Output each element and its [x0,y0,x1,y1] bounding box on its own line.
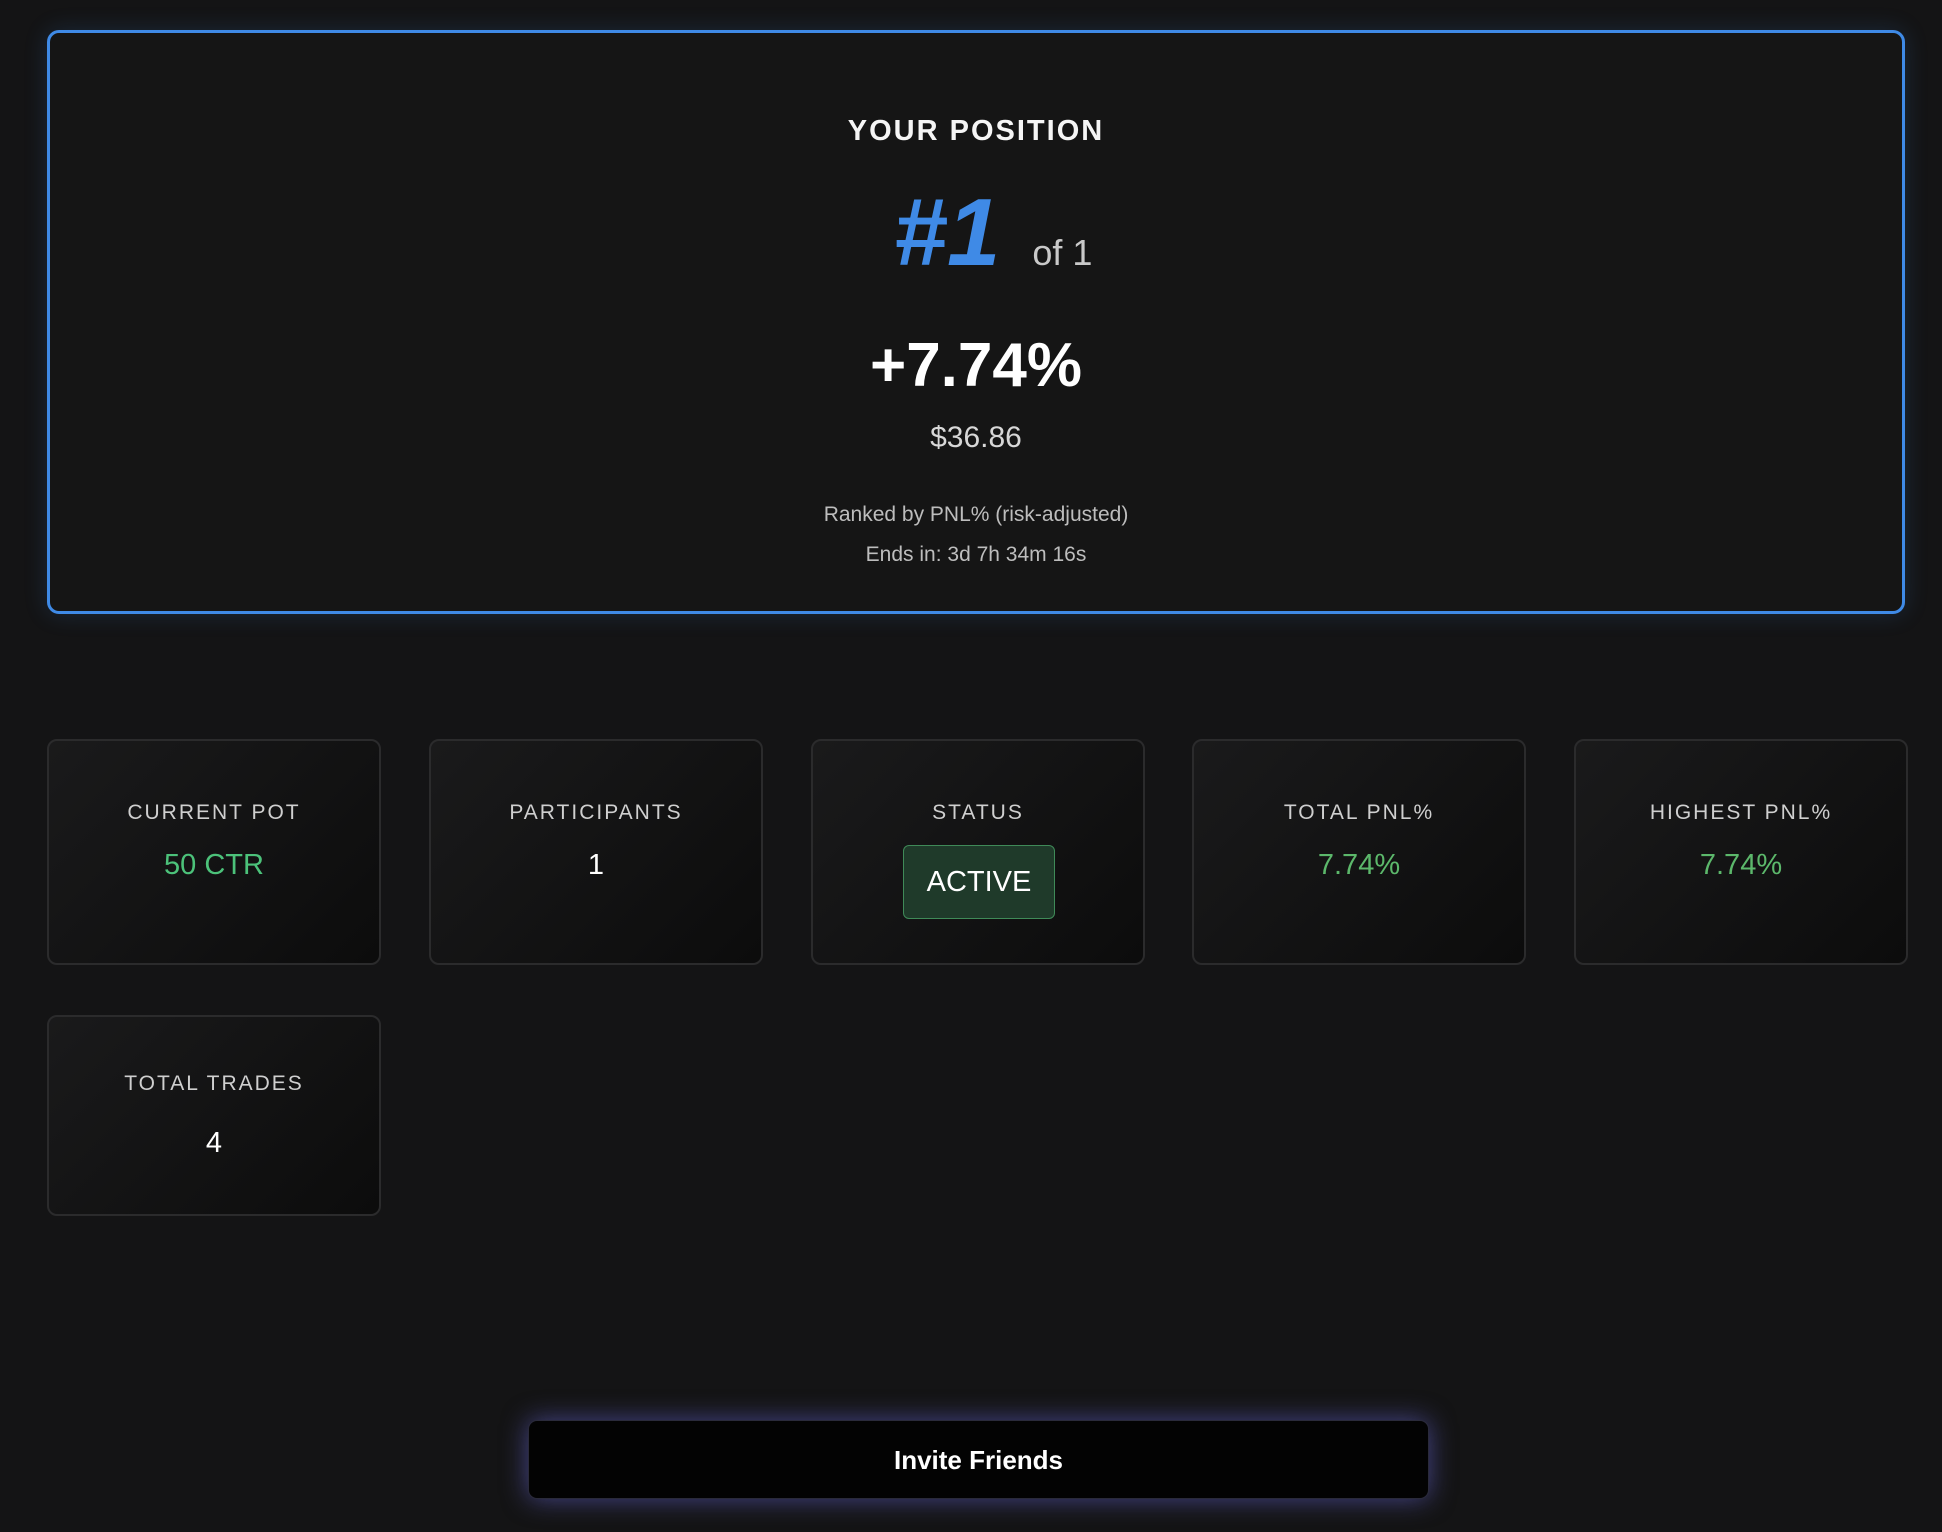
current-pot-label: CURRENT POT [127,801,301,824]
highest-pnl-label: HIGHEST PNL% [1649,801,1833,824]
position-title: YOUR POSITION [847,115,1105,147]
highest-pnl-value: 7.74% [1699,849,1783,881]
total-trades-card: TOTAL TRADES 4 [47,1015,381,1216]
pnl-value: $36.86 [930,421,1022,454]
ranking-method-note: Ranked by PNL% (risk-adjusted) [823,503,1129,526]
invite-friends-button[interactable]: Invite Friends [528,1420,1429,1499]
total-trades-label: TOTAL TRADES [124,1072,304,1095]
total-pnl-value: 7.74% [1317,849,1401,881]
status-card: STATUS ACTIVE [811,739,1145,965]
rank-row: #1 of 1 [50,185,1902,281]
status-badge: ACTIVE [903,845,1055,919]
total-pnl-card: TOTAL PNL% 7.74% [1192,739,1526,965]
current-pot-value: 50 CTR [164,849,264,881]
total-pnl-label: TOTAL PNL% [1283,801,1435,824]
pnl-percent: +7.74% [869,331,1082,400]
rank-total: of 1 [1032,232,1093,273]
rank-number: #1 [893,179,1001,286]
participants-card: PARTICIPANTS 1 [429,739,763,965]
your-position-card: YOUR POSITION #1 of 1 +7.74% $36.86 Rank… [47,30,1905,614]
total-trades-value: 4 [205,1127,223,1159]
highest-pnl-card: HIGHEST PNL% 7.74% [1574,739,1908,965]
current-pot-card: CURRENT POT 50 CTR [47,739,381,965]
participants-value: 1 [587,849,605,881]
status-label: STATUS [932,801,1024,824]
participants-label: PARTICIPANTS [509,801,683,824]
countdown-timer: Ends in: 3d 7h 34m 16s [865,543,1087,566]
